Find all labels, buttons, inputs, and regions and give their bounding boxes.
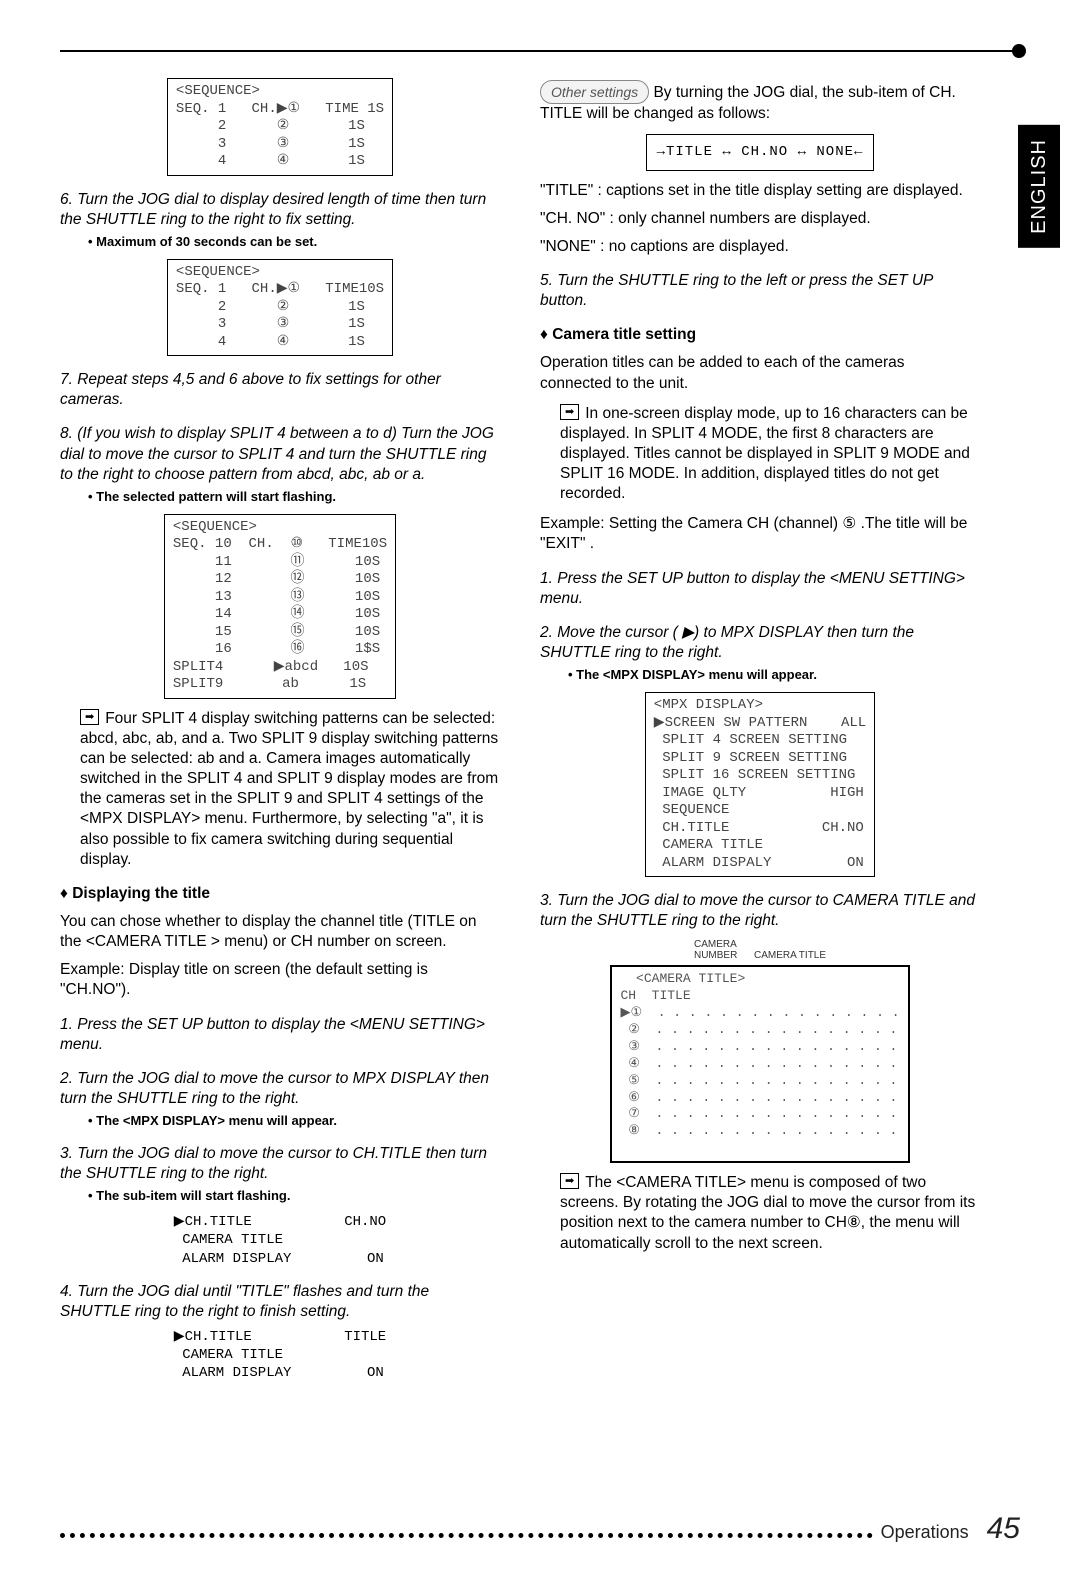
language-tab: ENGLISH (1018, 125, 1060, 248)
chno-caption-line: "CH. NO" : only channel numbers are disp… (540, 209, 980, 229)
none-caption-line: "NONE" : no captions are displayed. (540, 237, 980, 257)
other-settings-line: Other settings By turning the JOG dial, … (540, 80, 980, 124)
note-icon-3: ➡ (560, 1173, 579, 1189)
displaying-body-1: You can chose whether to display the cha… (60, 912, 500, 952)
step-8: 8. (If you wish to display SPLIT 4 betwe… (60, 424, 500, 484)
ch-snippet-2-text: ▶CH.TITLE TITLE CAMERA TITLE ALARM DISPL… (174, 1329, 386, 1381)
left-column: <SEQUENCE> SEQ. 1 CH.▶① TIME 1S 2 ② 1S 3… (60, 72, 500, 1389)
disp-bullet-3: • The sub-item will start flashing. (88, 1188, 500, 1205)
ch-title-snippet-1: ▶CH.TITLE CH.NO CAMERA TITLE ALARM DISPL… (174, 1213, 386, 1268)
camera-body-1: Operation titles can be added to each of… (540, 353, 980, 393)
mpx-display-box: <MPX DISPLAY> ▶SCREEN SW PATTERN ALL SPL… (645, 692, 875, 877)
note-icon-2: ➡ (560, 404, 579, 420)
page-number: 45 (987, 1509, 1020, 1548)
camera-title-box: <CAMERA TITLE> CH TITLE ▶① . . . . . . .… (610, 965, 909, 1163)
bullet-8: • The selected pattern will start flashi… (88, 489, 500, 506)
sequence-box-2: <SEQUENCE> SEQ. 1 CH.▶① TIME10S 2 ② 1S 3… (167, 259, 393, 357)
title-flow-box: →TITLE ↔ CH.NO ↔ NONE← (646, 134, 875, 170)
sequence-box-3: <SEQUENCE> SEQ. 10 CH. ⑩ TIME10S 11 ⑪ 10… (164, 514, 396, 699)
right-column: Other settings By turning the JOG dial, … (540, 72, 980, 1389)
other-settings-badge: Other settings (540, 80, 649, 104)
disp-step-1: 1. Press the SET UP button to display th… (60, 1015, 500, 1055)
footer-label: Operations (881, 1521, 969, 1544)
disp-step-4: 4. Turn the JOG dial until "TITLE" flash… (60, 1282, 500, 1322)
disp-bullet-2: • The <MPX DISPLAY> menu will appear. (88, 1113, 500, 1130)
footer: Operations 45 (60, 1509, 1020, 1548)
disp-step-3: 3. Turn the JOG dial to move the cursor … (60, 1144, 500, 1184)
footer-dots (60, 1533, 873, 1538)
camera-note-text: In one-screen display mode, up to 16 cha… (560, 405, 970, 503)
camera-step-2: 2. Move the cursor ( ▶) to MPX DISPLAY t… (540, 623, 980, 663)
heading-displaying-title: Displaying the title (60, 884, 500, 904)
step-6: 6. Turn the JOG dial to display desired … (60, 190, 500, 230)
camera-note-1: ➡In one-screen display mode, up to 16 ch… (560, 404, 980, 505)
sequence-box-1: <SEQUENCE> SEQ. 1 CH.▶① TIME 1S 2 ② 1S 3… (167, 78, 393, 176)
camera-title-labels: CAMERA NUMBER CAMERA TITLE (694, 939, 826, 961)
heading-camera-title: Camera title setting (540, 325, 980, 345)
camera-note-2: ➡The <CAMERA TITLE> menu is composed of … (560, 1173, 980, 1254)
right-step-5: 5. Turn the SHUTTLE ring to the left or … (540, 271, 980, 311)
title-caption-line: "TITLE" : captions set in the title disp… (540, 181, 980, 201)
content-columns: <SEQUENCE> SEQ. 1 CH.▶① TIME 1S 2 ② 1S 3… (0, 52, 1080, 1389)
note-split-patterns: ➡Four SPLIT 4 display switching patterns… (80, 709, 500, 870)
camera-step-3: 3. Turn the JOG dial to move the cursor … (540, 891, 980, 931)
disp-step-2: 2. Turn the JOG dial to move the cursor … (60, 1069, 500, 1109)
ch-snippet-1-text: ▶CH.TITLE CH.NO CAMERA TITLE ALARM DISPL… (174, 1214, 386, 1266)
note-text-1: Four SPLIT 4 display switching patterns … (80, 710, 498, 868)
camera-bullet-2: • The <MPX DISPLAY> menu will appear. (568, 667, 980, 684)
step-7: 7. Repeat steps 4,5 and 6 above to fix s… (60, 370, 500, 410)
note-icon: ➡ (80, 709, 99, 725)
camera-step-1: 1. Press the SET UP button to display th… (540, 569, 980, 609)
top-rule (60, 50, 1020, 52)
ch-title-snippet-2: ▶CH.TITLE TITLE CAMERA TITLE ALARM DISPL… (174, 1328, 386, 1383)
camera-example: Example: Setting the Camera CH (channel)… (540, 514, 980, 554)
bullet-6: • Maximum of 30 seconds can be set. (88, 234, 500, 251)
camera-note-2-text: The <CAMERA TITLE> menu is composed of t… (560, 1174, 975, 1251)
displaying-body-2: Example: Display title on screen (the de… (60, 960, 500, 1000)
